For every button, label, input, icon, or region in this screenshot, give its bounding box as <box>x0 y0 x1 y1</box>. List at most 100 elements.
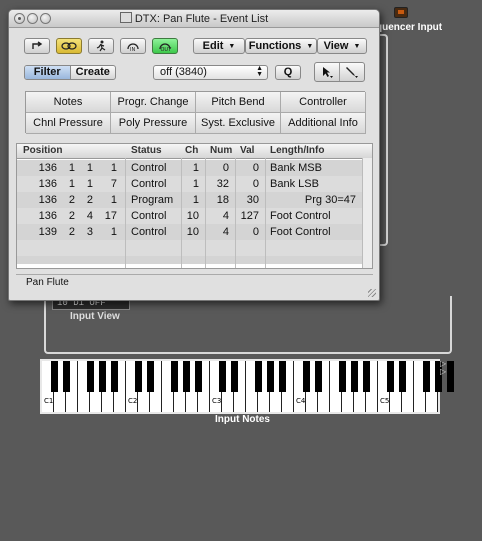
black-key[interactable] <box>231 361 238 392</box>
black-key[interactable] <box>219 361 226 392</box>
black-key[interactable] <box>111 361 118 392</box>
filter-controller-button[interactable]: Controller <box>281 92 366 113</box>
cell-tick: 17 <box>104 210 117 222</box>
edit-menu[interactable]: Edit ▼ <box>193 38 245 54</box>
black-key[interactable] <box>147 361 154 392</box>
filter-program-change-button[interactable]: Progr. Change <box>111 92 196 113</box>
cell-num: 18 <box>216 194 229 206</box>
black-key[interactable] <box>51 361 58 392</box>
pencil-tool-button[interactable] <box>340 63 364 81</box>
filter-mode-button[interactable]: Filter <box>25 66 71 79</box>
black-key[interactable] <box>99 361 106 392</box>
outlet-arrow-icon[interactable]: ▷ ▷ <box>440 360 446 376</box>
functions-menu[interactable]: Functions ▼ <box>245 38 317 54</box>
status-bar-text: Pan Flute <box>26 277 69 288</box>
pencil-icon <box>346 67 358 78</box>
runner-icon <box>96 40 106 52</box>
cell-div: 4 <box>86 210 93 222</box>
black-key[interactable] <box>195 361 202 392</box>
back-button[interactable] <box>24 38 50 54</box>
filter-value-text: off (3840) <box>160 66 207 78</box>
view-menu[interactable]: View ▼ <box>317 38 367 54</box>
filter-pitch-bend-button[interactable]: Pitch Bend <box>196 92 281 113</box>
document-icon <box>119 12 132 23</box>
cell-status: Control <box>131 178 167 190</box>
vertical-scrollbar[interactable] <box>362 158 372 268</box>
caret-down-icon: ▼ <box>306 42 314 50</box>
sequencer-input-icon[interactable] <box>394 7 408 18</box>
column-header-length-info[interactable]: Length/Info <box>270 145 324 156</box>
column-header-channel[interactable]: Ch <box>185 145 198 156</box>
cell-val: 127 <box>240 210 259 222</box>
filter-value-select[interactable]: off (3840) ▲ ▼ <box>153 65 268 80</box>
black-key[interactable] <box>87 361 94 392</box>
input-notes-keyboard[interactable]: C1 C2 C3 C4 C5 <box>40 359 454 414</box>
cell-ch: 1 <box>192 162 199 174</box>
table-row[interactable]: 139 2 3 1 Control 10 4 0 Foot Control <box>17 224 365 240</box>
cell-info: Prg 30=47 <box>304 194 356 206</box>
midi-in-button[interactable]: IN <box>120 38 146 54</box>
cell-info: Bank LSB <box>270 178 319 190</box>
event-table: Position Status Ch Num Val Length/Info 1… <box>16 143 373 269</box>
column-divider <box>181 158 182 268</box>
black-key[interactable] <box>63 361 70 392</box>
create-mode-button[interactable]: Create <box>71 66 116 79</box>
cell-val: 0 <box>252 226 259 238</box>
pointer-tool-button[interactable] <box>315 63 340 81</box>
black-key[interactable] <box>255 361 262 392</box>
cell-ch: 10 <box>186 210 199 222</box>
cell-div: 1 <box>86 178 93 190</box>
cell-num: 4 <box>222 226 229 238</box>
cell-bar: 139 <box>38 226 57 238</box>
cell-ch: 1 <box>192 178 199 190</box>
black-key[interactable] <box>135 361 142 392</box>
column-header-position[interactable]: Position <box>23 145 62 156</box>
cell-beat: 1 <box>68 178 75 190</box>
black-key[interactable] <box>399 361 406 392</box>
octave-label: C3 <box>212 397 222 405</box>
black-key[interactable] <box>447 361 454 392</box>
filter-poly-pressure-button[interactable]: Poly Pressure <box>111 113 196 134</box>
table-row[interactable]: 136 1 1 7 Control 1 32 0 Bank LSB <box>17 176 365 192</box>
cell-info: Bank MSB <box>270 162 322 174</box>
midi-out-button[interactable]: OUT <box>152 38 178 54</box>
filter-channel-pressure-button[interactable]: Chnl Pressure <box>26 113 111 134</box>
column-divider <box>265 158 266 268</box>
link-button[interactable] <box>56 38 82 54</box>
title-bar[interactable]: DTX: Pan Flute - Event List <box>9 10 379 28</box>
table-row[interactable]: 136 2 2 1 Program 1 18 30 Prg 30=47 <box>17 192 365 208</box>
catch-button[interactable] <box>88 38 114 54</box>
column-divider <box>235 158 236 268</box>
filter-notes-button[interactable]: Notes <box>26 92 111 113</box>
column-header-val[interactable]: Val <box>240 145 254 156</box>
table-row[interactable]: 136 1 1 1 Control 1 0 0 Bank MSB <box>17 160 365 176</box>
black-key[interactable] <box>183 361 190 392</box>
cell-info: Foot Control <box>270 226 331 238</box>
black-key[interactable] <box>363 361 370 392</box>
cell-num: 32 <box>216 178 229 190</box>
black-key[interactable] <box>423 361 430 392</box>
black-key[interactable] <box>267 361 274 392</box>
black-key[interactable] <box>171 361 178 392</box>
resize-grip-icon[interactable] <box>368 289 376 297</box>
filter-sysex-button[interactable]: Syst. Exclusive <box>196 113 281 134</box>
filter-additional-info-button[interactable]: Additional Info <box>281 113 366 134</box>
table-row[interactable]: 136 2 4 17 Control 10 4 127 Foot Control <box>17 208 365 224</box>
black-key[interactable] <box>351 361 358 392</box>
cell-ch: 1 <box>192 194 199 206</box>
column-header-status[interactable]: Status <box>131 145 162 156</box>
black-key[interactable] <box>387 361 394 392</box>
cell-tick: 7 <box>110 178 117 190</box>
cell-status: Control <box>131 162 167 174</box>
event-list-window: DTX: Pan Flute - Event List IN OUT Edit ▼… <box>8 9 380 301</box>
black-key[interactable] <box>315 361 322 392</box>
caret-down-icon: ▼ <box>228 42 236 50</box>
black-key[interactable] <box>279 361 286 392</box>
event-type-filter-grid: Notes Progr. Change Pitch Bend Controlle… <box>25 91 366 134</box>
black-key[interactable] <box>303 361 310 392</box>
cell-info: Foot Control <box>270 210 331 222</box>
pointer-icon <box>323 67 333 78</box>
black-key[interactable] <box>339 361 346 392</box>
column-header-num[interactable]: Num <box>210 145 232 156</box>
quantize-button[interactable]: Q <box>275 65 301 80</box>
